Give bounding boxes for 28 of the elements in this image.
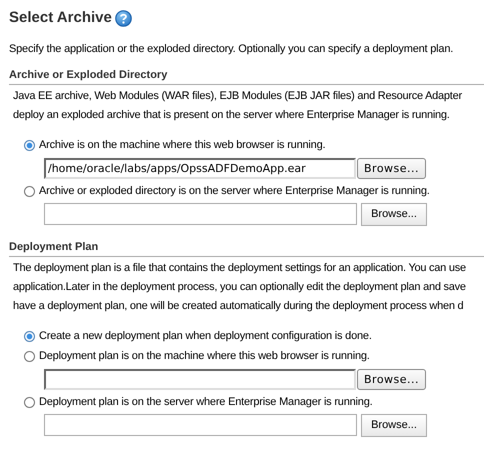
file-path-field[interactable]: [44, 414, 357, 436]
browse-button[interactable]: Browse...: [361, 202, 427, 226]
paragraph-line: Java EE archive, Web Modules (WAR files), EJB Modules (EJB JAR files) and Resource Adapter: [13, 89, 463, 104]
radio-button[interactable]: [24, 140, 35, 150]
radio-label: Deployment plan is on the server where Enterprise Manager is running.: [39, 396, 372, 408]
paragraph-line: deploy an exploded archive that is present on the server where Enterprise Manager is running.: [13, 108, 451, 123]
paragraph-line: The deployment plan is a file that contains the deployment settings for an application. You can use: [13, 261, 467, 276]
page-title: Select Archive: [9, 8, 112, 26]
radio-label: Deployment plan is on the machine where this web browser is running.: [39, 350, 370, 362]
description-text: Specify the application or the exploded directory. Optionally you can specify a deployment plan.: [9, 43, 454, 55]
paragraph-line: application.Later in the deployment process, you can optionally edit the deployment plan and save: [13, 280, 467, 295]
radio-button[interactable]: [24, 396, 35, 408]
browse-button[interactable]: Browse...: [357, 158, 426, 178]
radio-label: Archive is on the machine where this web browser is running.: [39, 139, 326, 151]
radio-button[interactable]: [24, 186, 35, 196]
file-path-field[interactable]: /home/oracle/labs/apps/OpssADFDemoApp.ear: [44, 158, 356, 178]
file-path-field[interactable]: [44, 203, 357, 225]
browse-button[interactable]: Browse...: [357, 368, 426, 390]
section-heading: Deployment Plan: [9, 241, 484, 257]
file-path-field[interactable]: [44, 368, 356, 390]
browse-button[interactable]: Browse...: [361, 414, 427, 436]
radio-button[interactable]: [24, 330, 35, 342]
radio-button[interactable]: [24, 350, 35, 362]
radio-label: Create a new deployment plan when deployment configuration is done.: [39, 330, 372, 342]
radio-label: Archive or exploded directory is on the server where Enterprise Manager is running.: [39, 185, 430, 197]
paragraph-line: have a deployment plan, one will be created automatically during the deployment process when d: [13, 299, 464, 314]
help-icon[interactable]: [114, 10, 132, 27]
section-heading: Archive or Exploded Directory: [9, 69, 484, 85]
